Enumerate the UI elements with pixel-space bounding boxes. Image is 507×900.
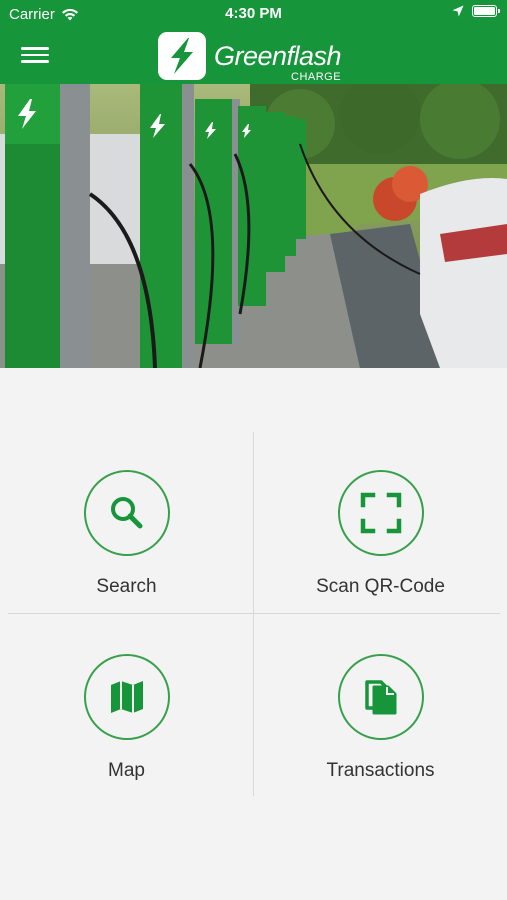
app-header: Greenflash CHARGE [0,28,507,84]
documents-icon[interactable] [337,654,424,740]
hamburger-icon[interactable] [21,43,49,67]
main-menu-grid: Search Scan QR-Code Map Transactions [0,368,507,900]
status-bar: Carrier 4:30 PM [0,0,507,28]
brand-wordmark: Greenflash CHARGE [214,41,342,83]
search-icon[interactable] [83,470,170,556]
map-tile[interactable]: Map [0,654,253,834]
search-tile[interactable]: Search [0,470,253,650]
scan-qr-tile[interactable]: Scan QR-Code [254,470,507,650]
battery-icon [472,5,500,17]
status-right [452,5,500,17]
brand-logo: Greenflash CHARGE [158,31,342,83]
search-label: Search [96,576,157,597]
clock: 4:30 PM [225,5,282,22]
brand-name: Greenflash [214,41,342,71]
brand-subtitle: CHARGE [291,71,342,83]
lightning-bolt-icon [158,32,206,80]
qr-scan-icon[interactable] [337,470,424,556]
transactions-label: Transactions [326,760,435,781]
hero-image [0,84,507,368]
map-icon[interactable] [83,654,170,740]
scan-qr-label: Scan QR-Code [316,576,445,597]
map-label: Map [108,760,145,781]
location-arrow-icon [452,5,464,17]
transactions-tile[interactable]: Transactions [254,654,507,834]
